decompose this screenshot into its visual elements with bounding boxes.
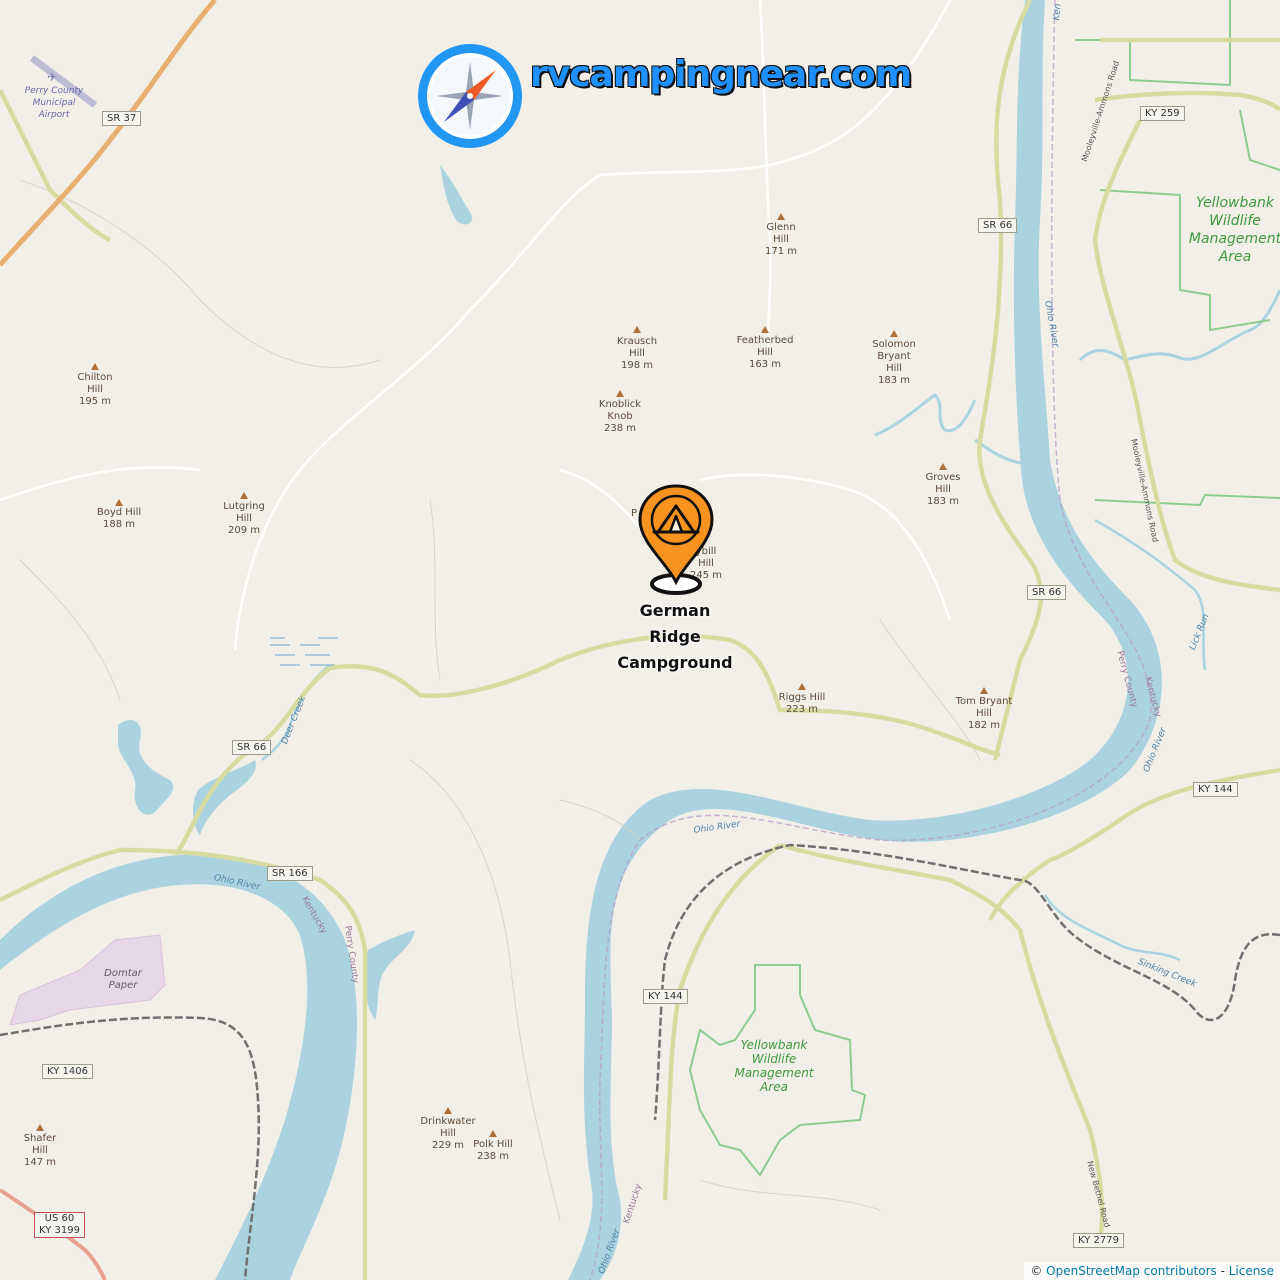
tracks xyxy=(19,179,981,1221)
route-shield: KY 1406 xyxy=(42,1064,93,1079)
attribution-separator: - xyxy=(1216,1264,1229,1278)
peak-label: Shafer Hill 147 m xyxy=(23,1133,57,1168)
peak-label: Boyd Hill 188 m xyxy=(96,507,142,530)
map-canvas[interactable]: rvcampingnear.com Glenn Hill 171 m Kraus… xyxy=(0,0,1280,1280)
peak-icon xyxy=(939,463,947,470)
park-label: Yellowbank Wildlife Management Area xyxy=(1188,195,1280,265)
brand-text: rvcampingnear.com xyxy=(530,54,912,95)
peak-icon xyxy=(115,499,123,506)
peak-icon xyxy=(798,683,806,690)
peak-icon xyxy=(444,1107,452,1114)
peak-icon xyxy=(761,326,769,333)
airport-label: Perry County Municipal Airport xyxy=(24,86,84,120)
route-shield: KY 144 xyxy=(1193,782,1238,797)
route-shield: SR 66 xyxy=(978,218,1018,233)
peak-label: Glenn Hill 171 m xyxy=(764,222,798,257)
compass-icon xyxy=(418,44,522,148)
marsh xyxy=(270,637,338,666)
peak-label: Knoblick Knob 238 m xyxy=(598,399,642,434)
peak-label: Polk Hill 238 m xyxy=(473,1139,513,1162)
creek-inlet xyxy=(118,720,174,815)
route-shield: SR 166 xyxy=(267,866,313,881)
peak-icon xyxy=(616,390,624,397)
peak-label: Krausch Hill 198 m xyxy=(616,336,658,371)
peak-label: Solomon Bryant Hill 183 m xyxy=(872,339,916,386)
route-shield: US 60 KY 3199 xyxy=(34,1212,85,1238)
peak-label: Groves Hill 183 m xyxy=(925,472,961,507)
osm-link[interactable]: OpenStreetMap contributors xyxy=(1046,1264,1217,1278)
creek-inlet-3 xyxy=(364,930,415,1020)
peak-icon xyxy=(489,1130,497,1137)
peak-label: Featherbed Hill 163 m xyxy=(736,335,794,370)
peak-icon xyxy=(633,326,641,333)
tent-pin-icon xyxy=(638,484,714,595)
industrial-label: Domtar Paper xyxy=(104,968,142,991)
peak-icon xyxy=(980,687,988,694)
map-attribution: © OpenStreetMap contributors - License xyxy=(1024,1262,1280,1280)
route-shield: SR 37 xyxy=(102,111,142,126)
brand-logo[interactable]: rvcampingnear.com xyxy=(414,40,912,152)
license-link[interactable]: License xyxy=(1229,1264,1274,1278)
peak-icon xyxy=(36,1124,44,1131)
peak-icon xyxy=(890,330,898,337)
peak-label: Chilton Hill 195 m xyxy=(77,372,113,407)
campground-name[interactable]: German Ridge Campground xyxy=(617,598,732,676)
peak-label: Lutgring Hill 209 m xyxy=(223,501,265,536)
peak-icon xyxy=(240,492,248,499)
primary-road xyxy=(0,0,217,267)
peak-label: Riggs Hill 223 m xyxy=(778,692,826,715)
route-shield: KY 2779 xyxy=(1073,1233,1124,1248)
copyright-symbol: © xyxy=(1030,1264,1043,1278)
park-label: Yellowbank Wildlife Management Area xyxy=(734,1038,814,1094)
lake xyxy=(440,165,473,225)
campground-marker[interactable] xyxy=(636,482,716,598)
peak-label: Tom Bryant Hill 182 m xyxy=(955,696,1013,731)
route-shield: SR 66 xyxy=(1027,585,1067,600)
peak-label: Drinkwater Hill 229 m xyxy=(420,1116,476,1151)
route-shield: KY 144 xyxy=(643,989,688,1004)
route-shield: SR 66 xyxy=(232,740,272,755)
airport-icon: ✈ xyxy=(47,70,58,84)
route-shield: KY 259 xyxy=(1140,106,1185,121)
creek-east xyxy=(874,393,1031,467)
peak-icon xyxy=(777,213,785,220)
peak-icon xyxy=(91,363,99,370)
river-label: Ken xyxy=(1052,3,1064,21)
